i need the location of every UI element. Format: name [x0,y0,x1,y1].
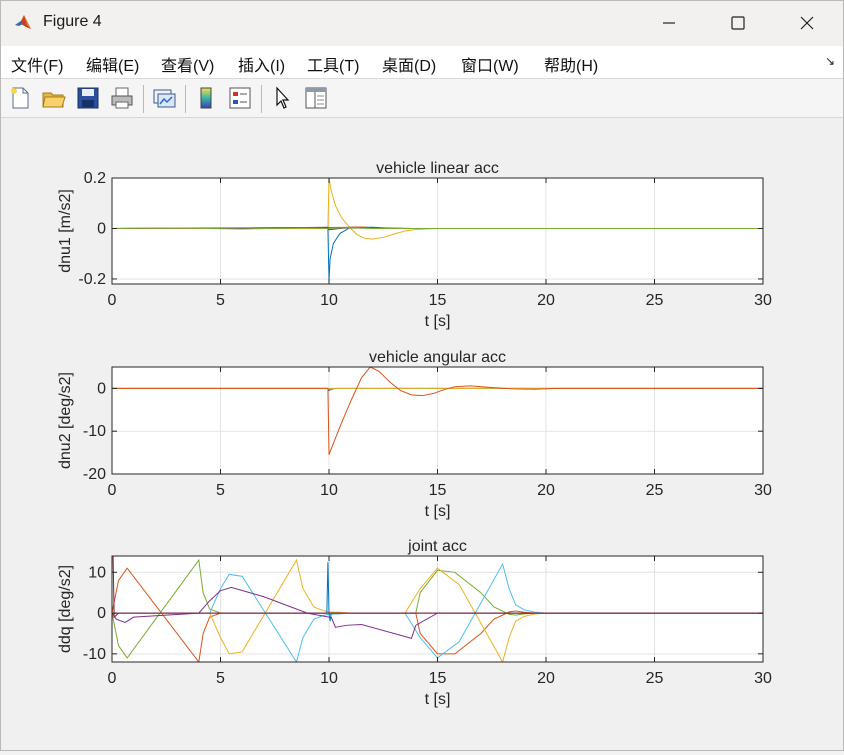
y-axis-label: dnu2 [deg/s2] [57,372,74,469]
menu-help[interactable]: 帮助(H) [544,52,598,76]
toolbar-separator [143,85,144,113]
y-tick-label: -20 [83,466,106,483]
y-axis-label: dnu1 [m/s2] [57,189,74,273]
toolbar-separator [261,85,262,113]
plot-title: vehicle angular acc [369,349,506,366]
menu-file[interactable]: 文件(F) [11,52,63,76]
x-tick-label: 25 [646,482,664,499]
y-tick-label: -10 [83,423,106,440]
y-tick-label: 10 [88,564,106,581]
menu-desktop[interactable]: 桌面(D) [382,52,436,76]
x-tick-label: 20 [537,482,555,499]
property-inspector-icon[interactable] [303,85,329,111]
print-icon[interactable] [109,85,135,111]
insert-legend-icon[interactable] [227,85,253,111]
close-icon [800,16,814,30]
window-title: Figure 4 [43,13,102,30]
x-axis-label: t [s] [425,691,451,708]
menu-tools[interactable]: 工具(T) [307,52,359,76]
figure-window: Figure 4 文件(F) 编辑(E) 查看(V) 插入(I) 工具(T) 桌… [0,0,844,751]
x-tick-label: 5 [216,292,225,309]
x-tick-label: 25 [646,292,664,309]
insert-colorbar-icon[interactable] [193,85,219,111]
y-tick-label: 0 [97,220,106,237]
plot-title: vehicle linear acc [376,160,499,177]
y-tick-label: 0 [97,605,106,622]
figure-canvas: 0 5 10 15 20 25 30 -0.2 0 0.2 vehicle linear acc t … [1,119,843,750]
x-tick-label: 0 [108,482,117,499]
y-axis-label: ddq [deg/s2] [57,565,74,653]
maximize-icon [731,16,745,30]
x-tick-label: 10 [320,670,338,687]
x-tick-label: 0 [108,292,117,309]
edit-plot-arrow-icon[interactable] [269,85,295,111]
menu-edit[interactable]: 编辑(E) [86,52,139,76]
x-tick-label: 25 [646,670,664,687]
menu-view[interactable]: 查看(V) [161,52,214,76]
menu-insert[interactable]: 插入(I) [238,52,285,76]
x-tick-label: 10 [320,482,338,499]
y-tick-label: -10 [83,646,106,663]
close-button[interactable] [777,1,837,45]
title-bar: Figure 4 [1,1,843,45]
menu-bar: 文件(F) 编辑(E) 查看(V) 插入(I) 工具(T) 桌面(D) 窗口(W… [1,46,843,79]
menu-window[interactable]: 窗口(W) [461,52,519,76]
toolbar-separator [185,85,186,113]
x-tick-label: 15 [429,292,447,309]
x-tick-label: 10 [320,292,338,309]
matlab-logo-icon [15,15,31,29]
x-axis-label: t [s] [425,503,451,520]
x-tick-label: 15 [429,670,447,687]
maximize-button[interactable] [708,1,768,45]
minimize-icon [663,22,675,24]
x-tick-label: 0 [108,670,117,687]
open-file-icon[interactable] [41,85,67,111]
x-tick-label: 15 [429,482,447,499]
y-tick-label: -0.2 [78,271,106,288]
minimize-button[interactable] [639,1,699,45]
link-plot-icon[interactable] [151,85,177,111]
x-tick-label: 30 [754,292,772,309]
y-tick-label: 0.2 [84,170,106,187]
dock-arrow-icon[interactable]: ↘ [825,54,835,68]
plots-svg: 0 5 10 15 20 25 30-0.200.2vehicle linear acct … [57,160,772,708]
x-tick-label: 30 [754,670,772,687]
plot-title: joint acc [407,538,467,555]
x-tick-label: 5 [216,482,225,499]
new-figure-icon[interactable] [7,85,33,111]
toolbar [1,79,843,118]
save-icon[interactable] [75,85,101,111]
x-tick-label: 20 [537,292,555,309]
x-tick-label: 30 [754,482,772,499]
y-tick-label: 0 [97,380,106,397]
x-tick-label: 5 [216,670,225,687]
x-tick-label: 20 [537,670,555,687]
x-axis-label: t [s] [425,313,451,330]
